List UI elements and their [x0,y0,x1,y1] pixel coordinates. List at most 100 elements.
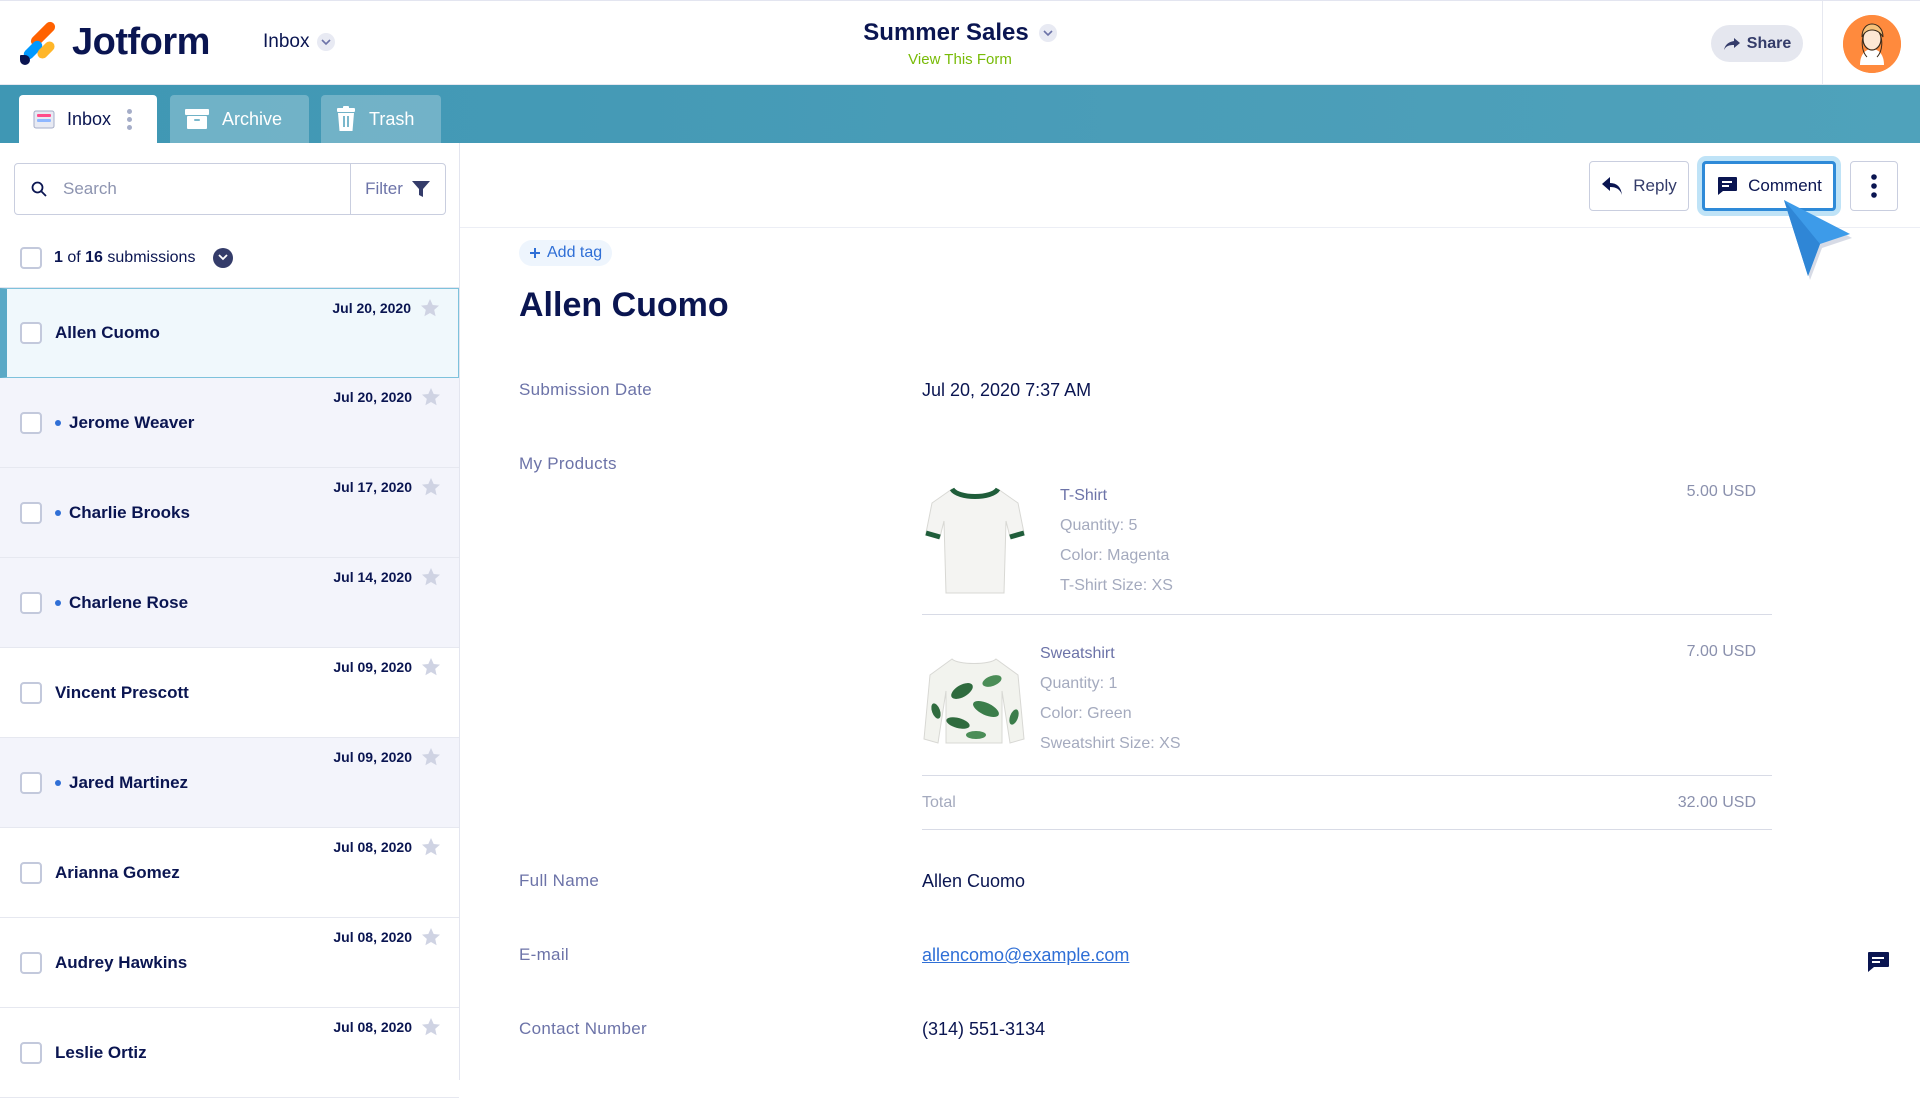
pointer-cursor-icon [1784,200,1852,280]
avatar [1842,14,1901,73]
row-checkbox[interactable] [20,862,42,884]
add-tag-button[interactable]: Add tag [519,240,613,266]
total-value: 32.00 USD [1677,794,1756,811]
tab-inbox-label: Inbox [67,108,112,129]
share-arrow-icon [1723,37,1740,50]
contact-number-label: Contact Number [519,1019,647,1038]
search-field[interactable] [15,164,350,214]
search-input[interactable] [63,179,323,199]
filter-button[interactable]: Filter [350,164,445,214]
tab-options-icon[interactable] [127,108,133,130]
comment-label: Comment [1748,176,1822,195]
full-name-label: Full Name [519,871,600,890]
star-icon[interactable] [421,747,441,767]
select-all-checkbox[interactable] [20,246,42,269]
submission-list: Allen Cuomo Jul 20, 2020 Jerome Weaver J… [0,288,459,1098]
unread-dot-icon [55,420,61,426]
star-icon[interactable] [421,837,441,857]
search-bar: Filter [14,163,446,215]
submitter-name: Vincent Prescott [55,683,189,702]
row-checkbox[interactable] [20,1042,42,1064]
comment-icon [1718,177,1738,195]
divider [922,614,1772,615]
plus-icon [530,248,540,258]
chevron-down-icon[interactable] [213,247,234,268]
submitter-name: Jared Martinez [55,773,188,793]
submitter-name: Leslie Ortiz [55,1043,147,1062]
list-item[interactable]: Jerome Weaver Jul 20, 2020 [0,378,459,468]
tab-archive[interactable]: Archive [170,95,309,143]
submission-date: Jul 09, 2020 [333,659,412,675]
full-name-value: Allen Cuomo [922,871,1026,891]
star-icon[interactable] [421,1017,441,1037]
list-item[interactable]: Arianna Gomez Jul 08, 2020 [0,828,459,918]
product-quantity: Quantity: 1 [1040,675,1118,692]
unread-dot-icon [55,600,61,606]
star-icon[interactable] [420,298,440,318]
archive-icon [185,109,209,129]
product-color: Color: Green [1040,705,1132,722]
row-checkbox[interactable] [20,592,42,614]
submission-date-label: Submission Date [519,380,653,399]
submission-date: Jul 09, 2020 [333,749,412,765]
view-form-link[interactable]: View This Form [0,51,1920,68]
top-header: Jotform Inbox Summer Sales View This For… [0,0,1920,86]
divider [922,775,1772,776]
submission-detail-pane: Reply Comment Add tag Allen Cuomo Submis… [460,143,1920,1080]
star-icon[interactable] [421,387,441,407]
email-label: E-mail [519,945,569,964]
row-checkbox[interactable] [20,412,42,434]
list-item[interactable]: Leslie Ortiz Jul 08, 2020 [0,1008,459,1098]
filter-icon [411,181,430,197]
row-checkbox[interactable] [20,772,42,794]
list-item[interactable]: Audrey Hawkins Jul 08, 2020 [0,918,459,1008]
list-item[interactable]: Jared Martinez Jul 09, 2020 [0,738,459,828]
submission-date: Jul 08, 2020 [333,929,412,945]
reply-icon [1602,177,1623,195]
user-avatar-area[interactable] [1822,1,1920,86]
tab-trash[interactable]: Trash [321,95,441,143]
reply-button[interactable]: Reply [1589,161,1689,211]
product-price: 7.00 USD [1686,643,1756,660]
submitter-name: Charlie Brooks [55,503,190,523]
inbox-dropdown[interactable]: Inbox [263,31,336,53]
row-checkbox[interactable] [20,682,42,704]
total-label: Total [922,794,956,811]
list-item[interactable]: Vincent Prescott Jul 09, 2020 [0,648,459,738]
submission-date: Jul 08, 2020 [333,839,412,855]
row-checkbox[interactable] [20,952,42,974]
list-item[interactable]: Charlene Rose Jul 14, 2020 [0,558,459,648]
share-button[interactable]: Share [1711,25,1803,62]
star-icon[interactable] [421,927,441,947]
chevron-down-icon [317,33,336,51]
submission-count: 1 of 16 submissions [54,248,196,266]
form-title-dropdown[interactable]: Summer Sales [863,19,1057,47]
email-link[interactable]: allencomo@example.com [922,945,1129,966]
share-label: Share [1746,34,1792,52]
inbox-icon [33,110,55,129]
tab-archive-label: Archive [222,108,283,129]
product-name: T-Shirt [1060,487,1108,504]
star-icon[interactable] [421,567,441,587]
submission-date: Jul 14, 2020 [333,569,412,585]
add-tag-label: Add tag [547,244,603,261]
star-icon[interactable] [421,477,441,497]
star-icon[interactable] [421,657,441,677]
list-item[interactable]: Allen Cuomo Jul 20, 2020 [0,288,459,378]
submitter-heading: Allen Cuomo [519,286,729,324]
chat-icon[interactable] [1866,951,1890,973]
list-item[interactable]: Charlie Brooks Jul 17, 2020 [0,468,459,558]
row-checkbox[interactable] [20,322,42,344]
detail-toolbar: Reply Comment [460,143,1920,280]
tab-inbox[interactable]: Inbox [19,95,157,143]
unread-dot-icon [55,780,61,786]
divider [922,829,1772,830]
row-checkbox[interactable] [20,502,42,524]
submission-date: Jul 20, 2020 [333,389,412,405]
form-title: Summer Sales [863,19,1029,46]
submission-date: Jul 20, 2020 [332,300,411,316]
filter-label: Filter [365,179,403,198]
tshirt-image [925,487,1025,594]
submission-date: Jul 08, 2020 [333,1019,412,1035]
my-products-label: My Products [519,454,617,473]
